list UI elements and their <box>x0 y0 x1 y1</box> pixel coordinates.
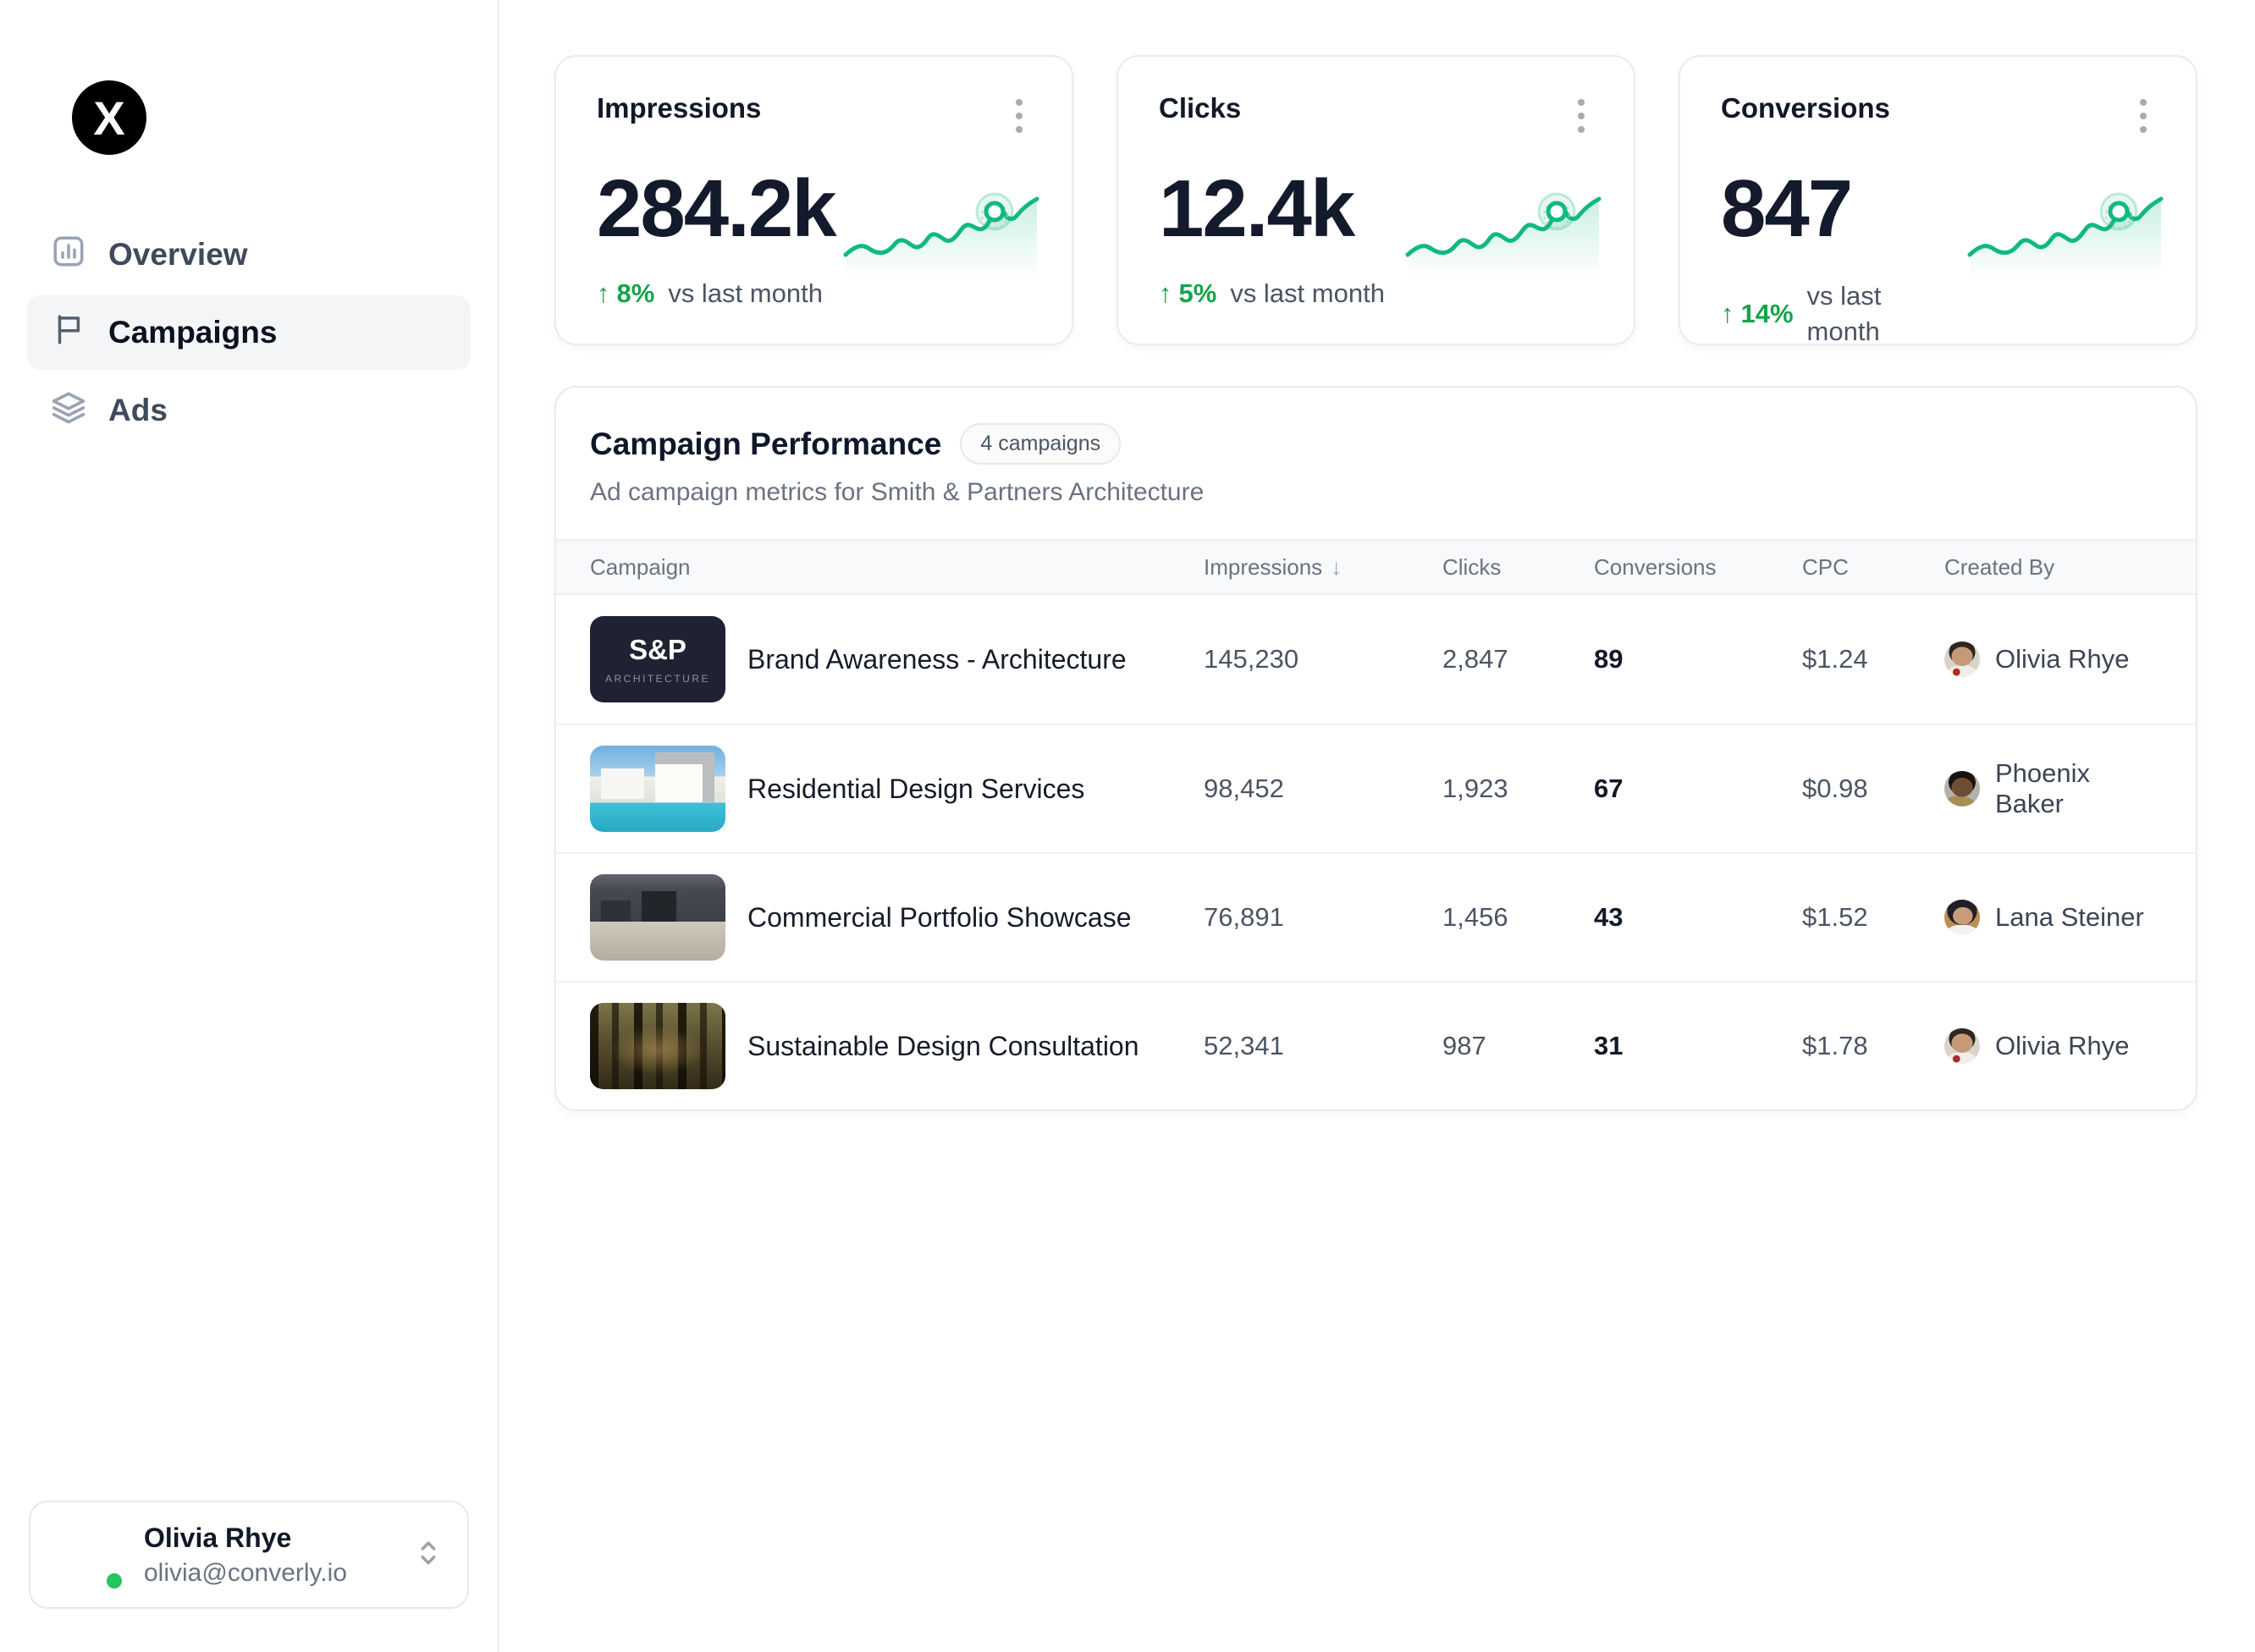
sparkline-chart <box>1405 168 1602 279</box>
conversions-value: 43 <box>1594 902 1802 933</box>
main-content: Impressions 284.2k ↑ 8% vs last month <box>499 0 2255 1652</box>
sidebar-nav: Overview Campaigns Ads <box>0 218 498 448</box>
clicks-value: 1,456 <box>1442 902 1594 933</box>
sparkline-chart <box>843 168 1039 279</box>
panel-subtitle: Ad campaign metrics for Smith & Partners… <box>590 478 2162 507</box>
user-name: Olivia Rhye <box>144 1523 391 1554</box>
stat-delta: ↑ 8% vs last month <box>597 278 868 309</box>
kebab-menu-icon[interactable] <box>2131 92 2155 140</box>
impressions-value: 98,452 <box>1204 774 1442 804</box>
clicks-value: 1,923 <box>1442 774 1594 804</box>
sidebar-item-ads[interactable]: Ads <box>27 373 471 448</box>
column-header-created-by[interactable]: Created By <box>1944 554 2162 581</box>
column-header-impressions[interactable]: Impressions ↓ <box>1204 554 1442 581</box>
online-status-dot <box>103 1570 125 1592</box>
campaign-thumbnail-modern-house <box>590 746 725 832</box>
kebab-menu-icon[interactable] <box>1007 92 1031 140</box>
chevrons-up-down-icon <box>411 1536 445 1574</box>
column-header-campaign[interactable]: Campaign <box>590 554 1204 581</box>
conversions-value: 89 <box>1594 644 1802 675</box>
stat-card-clicks: Clicks 12.4k ↑ 5% vs last month <box>1116 55 1635 345</box>
app-logo-letter: X <box>93 91 124 146</box>
cpc-value: $1.52 <box>1802 902 1944 933</box>
table-header: Campaign Impressions ↓ Clicks Conversion… <box>556 539 2196 595</box>
delta-percent: 14% <box>1741 299 1794 329</box>
avatar <box>1944 642 1980 677</box>
campaign-thumbnail-forest <box>590 1003 725 1089</box>
cpc-value: $0.98 <box>1802 774 1944 804</box>
created-by-name: Lana Steiner <box>1995 902 2144 933</box>
sidebar-item-label: Campaigns <box>108 315 277 350</box>
trend-up-icon: ↑ <box>597 278 610 309</box>
bar-chart-icon <box>51 234 86 277</box>
stat-delta: ↑ 14% vs last month <box>1721 278 1992 350</box>
campaign-thumbnail-sp-architecture: S&P ARCHITECTURE <box>590 616 725 702</box>
user-menu[interactable]: Olivia Rhye olivia@converly.io <box>29 1501 469 1609</box>
avatar <box>1944 771 1980 807</box>
column-header-clicks[interactable]: Clicks <box>1442 554 1594 581</box>
sidebar: X Overview Campaigns Ads Olivia Rh <box>0 0 499 1652</box>
stat-title: Conversions <box>1721 92 1890 124</box>
clicks-value: 987 <box>1442 1031 1594 1061</box>
impressions-value: 76,891 <box>1204 902 1442 933</box>
sidebar-item-campaigns[interactable]: Campaigns <box>27 295 471 370</box>
user-avatar-wrap <box>52 1519 124 1590</box>
table-row[interactable]: S&P ARCHITECTURE Brand Awareness - Archi… <box>556 595 2196 724</box>
cpc-value: $1.24 <box>1802 644 1944 675</box>
impressions-value: 145,230 <box>1204 644 1442 675</box>
created-by-name: Olivia Rhye <box>1995 644 2130 675</box>
trend-up-icon: ↑ <box>1159 278 1172 309</box>
table-row[interactable]: Residential Design Services 98,452 1,923… <box>556 724 2196 852</box>
stat-delta: ↑ 5% vs last month <box>1159 278 1430 309</box>
campaign-name: Sustainable Design Consultation <box>747 1031 1139 1062</box>
impressions-value: 52,341 <box>1204 1031 1442 1061</box>
layers-icon <box>51 389 86 432</box>
sidebar-item-overview[interactable]: Overview <box>27 218 471 292</box>
kebab-menu-icon[interactable] <box>1569 92 1593 140</box>
created-by-name: Olivia Rhye <box>1995 1031 2130 1061</box>
delta-compare-label: vs last month <box>1807 278 1934 350</box>
delta-percent: 5% <box>1179 278 1217 309</box>
user-meta: Olivia Rhye olivia@converly.io <box>144 1523 391 1588</box>
sidebar-item-label: Ads <box>108 393 168 428</box>
flag-icon <box>51 311 86 355</box>
trend-up-icon: ↑ <box>1721 299 1734 329</box>
cpc-value: $1.78 <box>1802 1031 1944 1061</box>
app-logo: X <box>72 80 146 155</box>
panel-title: Campaign Performance <box>590 427 941 462</box>
table-row[interactable]: Commercial Portfolio Showcase 76,891 1,4… <box>556 852 2196 981</box>
clicks-value: 2,847 <box>1442 644 1594 675</box>
avatar <box>1944 900 1980 935</box>
conversions-value: 67 <box>1594 774 1802 804</box>
stat-title: Impressions <box>597 92 761 124</box>
campaign-name: Commercial Portfolio Showcase <box>747 902 1132 933</box>
stat-title: Clicks <box>1159 92 1241 124</box>
campaign-performance-panel: Campaign Performance 4 campaigns Ad camp… <box>554 386 2197 1111</box>
delta-percent: 8% <box>617 278 655 309</box>
column-header-conversions[interactable]: Conversions <box>1594 554 1802 581</box>
user-email: olivia@converly.io <box>144 1559 391 1588</box>
stat-cards-row: Impressions 284.2k ↑ 8% vs last month <box>554 55 2200 345</box>
column-header-cpc[interactable]: CPC <box>1802 554 1944 581</box>
avatar <box>1944 1028 1980 1064</box>
sidebar-item-label: Overview <box>108 237 248 273</box>
delta-compare-label: vs last month <box>668 278 823 309</box>
campaign-name: Residential Design Services <box>747 774 1084 805</box>
stat-card-conversions: Conversions 847 ↑ 14% vs last month <box>1679 55 2197 345</box>
delta-compare-label: vs last month <box>1230 278 1385 309</box>
created-by-name: Phoenix Baker <box>1995 758 2162 819</box>
campaign-thumbnail-gallery-interior <box>590 874 725 961</box>
conversions-value: 31 <box>1594 1031 1802 1061</box>
stat-card-impressions: Impressions 284.2k ↑ 8% vs last month <box>554 55 1073 345</box>
table-row[interactable]: Sustainable Design Consultation 52,341 9… <box>556 981 2196 1110</box>
campaign-count-badge: 4 campaigns <box>960 423 1121 465</box>
campaign-name: Brand Awareness - Architecture <box>747 644 1127 675</box>
sort-desc-icon: ↓ <box>1331 554 1342 581</box>
sparkline-chart <box>1967 168 2164 279</box>
